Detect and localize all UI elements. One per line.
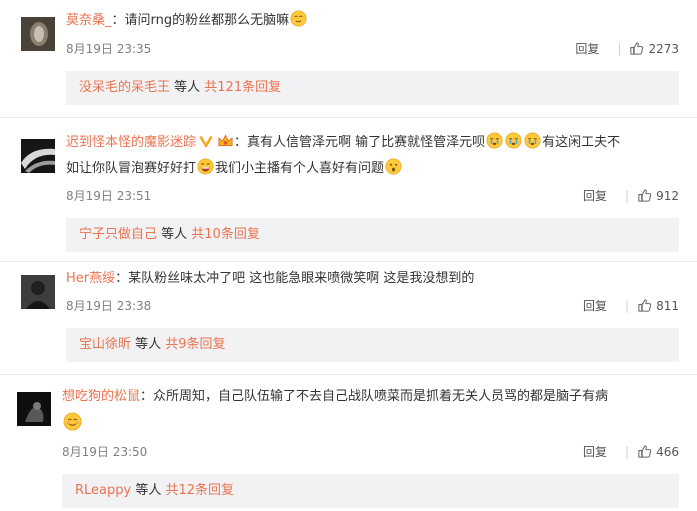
sub-replies-box[interactable]: 宁子只做自己 等人 共10条回复	[66, 218, 679, 252]
sub-replies-box[interactable]: 没呆毛的呆毛王 等人 共121条回复	[66, 71, 679, 105]
actions-divider: |	[625, 189, 630, 203]
verified-v-icon	[199, 135, 213, 148]
avatar[interactable]	[21, 17, 55, 51]
sub-reply-user[interactable]: RLeappy	[75, 483, 131, 498]
thumb-up-icon	[637, 298, 652, 313]
comment-date: 8月19日 23:38	[66, 299, 152, 313]
like-count: 811	[656, 299, 679, 313]
sub-replies-box[interactable]: RLeappy 等人 共12条回复	[62, 474, 679, 508]
smirk-emoji	[290, 10, 307, 27]
crying-emoji	[486, 132, 503, 149]
divider	[0, 374, 697, 375]
comment-text: 有这闲工夫不	[542, 135, 621, 150]
comment-text: ：某队粉丝味太冲了吧 这也能急眼来喷微笑啊 这是我没想到的	[115, 271, 475, 286]
like-button[interactable]: 2273	[629, 42, 679, 56]
crying-emoji	[505, 132, 522, 149]
sub-reply-mid: 等人	[131, 483, 166, 498]
comment-text: 我们小主播有个人喜好有问题	[215, 161, 385, 176]
laugh-emoji	[197, 158, 214, 175]
comment-date: 8月19日 23:50	[62, 445, 148, 459]
divider	[0, 117, 697, 118]
reply-button[interactable]: 回复	[583, 189, 607, 203]
comment-actions: 回复 | 811	[583, 298, 679, 314]
avatar[interactable]	[21, 139, 55, 173]
comment-text: ：真有人信管泽元啊 输了比赛就怪管泽元呗	[234, 135, 486, 150]
avatar[interactable]	[21, 275, 55, 309]
actions-divider: |	[625, 445, 630, 459]
thumb-up-icon	[629, 41, 644, 56]
sub-reply-count-link[interactable]: 共10条回复	[191, 227, 260, 242]
comment-date: 8月19日 23:51	[66, 189, 152, 203]
sub-reply-mid: 等人	[170, 80, 205, 95]
reply-button[interactable]: 回复	[583, 445, 607, 459]
avatar[interactable]	[17, 392, 51, 426]
comment-username[interactable]: 莫奈桑_	[66, 13, 112, 28]
actions-divider: |	[617, 42, 622, 56]
like-count: 466	[656, 445, 679, 459]
crying-emoji	[524, 132, 541, 149]
like-button[interactable]: 811	[637, 299, 679, 313]
thinking-emoji	[385, 158, 402, 175]
sub-reply-user[interactable]: 宁子只做自己	[79, 227, 157, 242]
like-count: 912	[656, 189, 679, 203]
member-crown-icon	[218, 134, 233, 147]
like-count: 2273	[648, 42, 679, 56]
sub-reply-user[interactable]: 宝山徐昕	[79, 337, 131, 352]
comment-actions: 回复 | 2273	[575, 41, 679, 57]
comment-text: ：请问rng的粉丝都那么无脑嘛	[111, 13, 290, 28]
thumb-up-icon	[637, 188, 652, 203]
like-button[interactable]: 912	[637, 189, 679, 203]
actions-divider: |	[625, 299, 630, 313]
sub-reply-mid: 等人	[157, 227, 192, 242]
comment-text: 如让你队冒泡赛好好打	[66, 161, 197, 176]
divider	[0, 261, 697, 262]
sub-reply-count-link[interactable]: 共12条回复	[165, 483, 234, 498]
reply-button[interactable]: 回复	[575, 42, 599, 56]
reply-button[interactable]: 回复	[583, 299, 607, 313]
smile-emoji	[63, 412, 82, 431]
comment-actions: 回复 | 912	[583, 188, 679, 204]
sub-replies-box[interactable]: 宝山徐昕 等人 共9条回复	[66, 328, 679, 362]
sub-reply-user[interactable]: 没呆毛的呆毛王	[79, 80, 170, 95]
comment-text: ：众所周知，自己队伍输了不去自己战队喷菜而是抓着无关人员骂的都是脑子有病	[140, 389, 609, 404]
comment-username[interactable]: 想吃狗的松鼠	[62, 389, 140, 404]
comment-username[interactable]: Her燕绥	[66, 271, 115, 286]
sub-reply-count-link[interactable]: 共9条回复	[165, 337, 225, 352]
like-button[interactable]: 466	[637, 445, 679, 459]
sub-reply-mid: 等人	[131, 337, 166, 352]
comment-username[interactable]: 迟到怪本怪的魔影迷踪	[66, 135, 196, 150]
thumb-up-icon	[637, 444, 652, 459]
sub-reply-count-link[interactable]: 共121条回复	[204, 80, 281, 95]
comment-actions: 回复 | 466	[583, 444, 679, 460]
comment-date: 8月19日 23:35	[66, 42, 152, 56]
